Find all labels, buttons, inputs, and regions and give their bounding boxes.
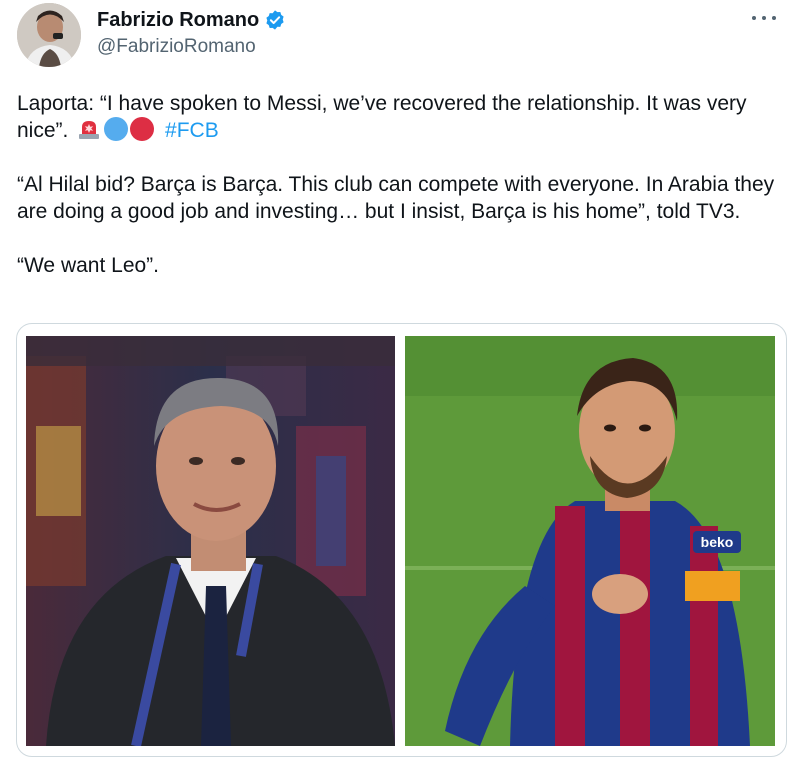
dot	[762, 16, 766, 20]
tweet-paragraph: Laporta: “I have spoken to Messi, we’ve …	[17, 90, 787, 144]
rotating-light-emoji-icon	[77, 117, 101, 141]
author-avatar[interactable]	[17, 3, 81, 67]
tweet-paragraph: “Al Hilal bid? Barça is Barça. This club…	[17, 173, 775, 223]
author-handle[interactable]: @FabrizioRomano	[97, 36, 256, 58]
tweet-card: Fabrizio Romano @FabrizioRomano Laporta:…	[0, 0, 800, 766]
dot	[772, 16, 776, 20]
media-photo-right[interactable]: beko	[405, 336, 775, 746]
more-options-icon[interactable]	[752, 8, 776, 28]
author-name[interactable]: Fabrizio Romano	[97, 8, 286, 32]
media-container: beko	[16, 323, 787, 757]
blue-circle-emoji-icon	[104, 117, 129, 141]
jersey-sponsor: beko	[701, 534, 734, 550]
red-circle-emoji-icon	[130, 117, 155, 141]
tweet-paragraph: “We want Leo”.	[17, 254, 160, 277]
media-photo-left[interactable]	[26, 336, 395, 746]
author-name-text[interactable]: Fabrizio Romano	[97, 8, 259, 32]
dot	[752, 16, 756, 20]
tweet-text: Laporta: “I have spoken to Messi, we’ve …	[17, 90, 787, 279]
verified-badge-icon	[264, 9, 286, 31]
hashtag-link[interactable]: #FCB	[165, 119, 219, 142]
